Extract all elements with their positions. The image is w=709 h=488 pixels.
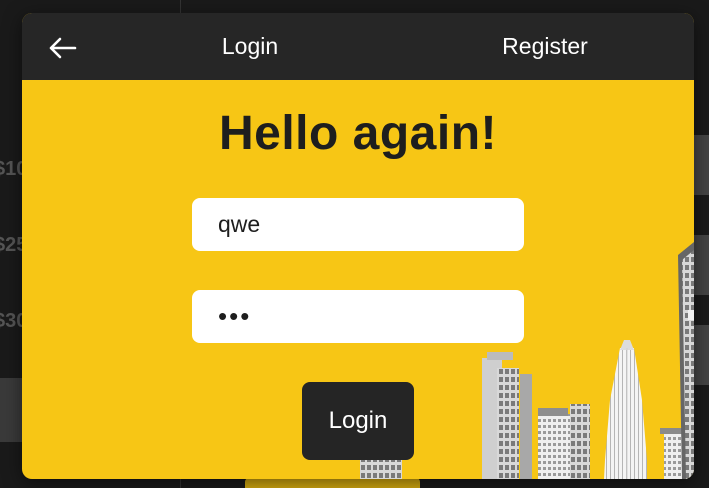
modal-body: Hello again! Login [22,80,694,479]
login-button[interactable]: Login [302,382,414,460]
tab-login[interactable]: Login [200,13,300,80]
tab-register[interactable]: Register [485,13,605,80]
back-button[interactable] [42,31,82,65]
auth-modal: Login Register Hello again! qwe Login [22,13,694,479]
password-input[interactable] [192,290,524,343]
background-bar [694,235,709,295]
background-button [245,478,420,488]
background-row [0,378,24,442]
background-bar [694,135,709,195]
page-title: Hello again! [218,107,498,160]
username-input[interactable] [192,198,524,251]
modal-header: Login Register [22,13,694,80]
background-bar [694,325,709,385]
arrow-left-icon [49,37,77,59]
